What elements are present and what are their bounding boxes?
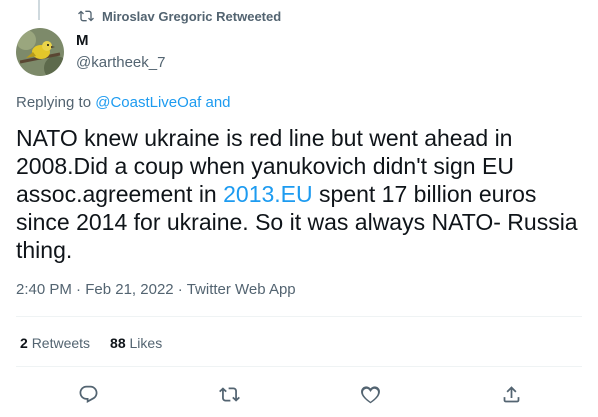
tweet-time[interactable]: 2:40 PM [16,281,72,298]
tweet-text: NATO knew ukraine is red line but went a… [16,124,582,264]
author-display-name[interactable]: M [76,32,165,50]
author-avatar[interactable] [16,28,64,76]
retweets-label: Retweets [31,335,91,351]
meta-separator-2: · [177,281,183,298]
tweet-stats: 2 Retweets 88 Likes [20,335,162,351]
tweet-link[interactable]: 2013.EU [223,181,313,207]
retweet-header: Miroslav Gregoric Retweeted [78,8,281,24]
reply-bubble-icon [79,385,97,403]
tweet-source[interactable]: Twitter Web App [187,281,296,298]
reply-button[interactable] [75,381,101,407]
retweet-button[interactable] [216,381,242,407]
author-name-block[interactable]: M @kartheek_7 [76,32,165,73]
retweets-count: 2 [20,335,28,351]
retweet-icon [78,10,94,22]
reply-others-link[interactable]: and [206,94,231,111]
likes-label: Likes [129,335,163,351]
retweets-stat[interactable]: 2 Retweets [20,335,90,351]
bird-on-branch-avatar-icon [16,28,64,76]
reply-mention-link[interactable]: @CoastLiveOaf [95,94,201,111]
thread-connector-line [38,0,40,20]
share-button[interactable] [498,381,524,407]
divider [16,366,582,367]
divider [16,316,582,317]
like-button[interactable] [357,381,383,407]
author-handle[interactable]: @kartheek_7 [76,53,165,73]
likes-stat[interactable]: 88 Likes [110,335,162,351]
tweet-meta: 2:40 PM · Feb 21, 2022 · Twitter Web App [16,281,296,298]
heart-icon [360,385,380,403]
tweet-actions-bar [0,381,598,407]
share-upload-icon [503,385,519,402]
likes-count: 88 [110,335,126,351]
retweet-header-text[interactable]: Miroslav Gregoric Retweeted [102,9,281,24]
retweet-icon [218,386,240,402]
reply-prefix: Replying to [16,94,92,111]
tweet-date[interactable]: Feb 21, 2022 [85,281,173,298]
meta-separator: · [76,281,82,298]
reply-context: Replying to @CoastLiveOaf and [16,94,231,111]
